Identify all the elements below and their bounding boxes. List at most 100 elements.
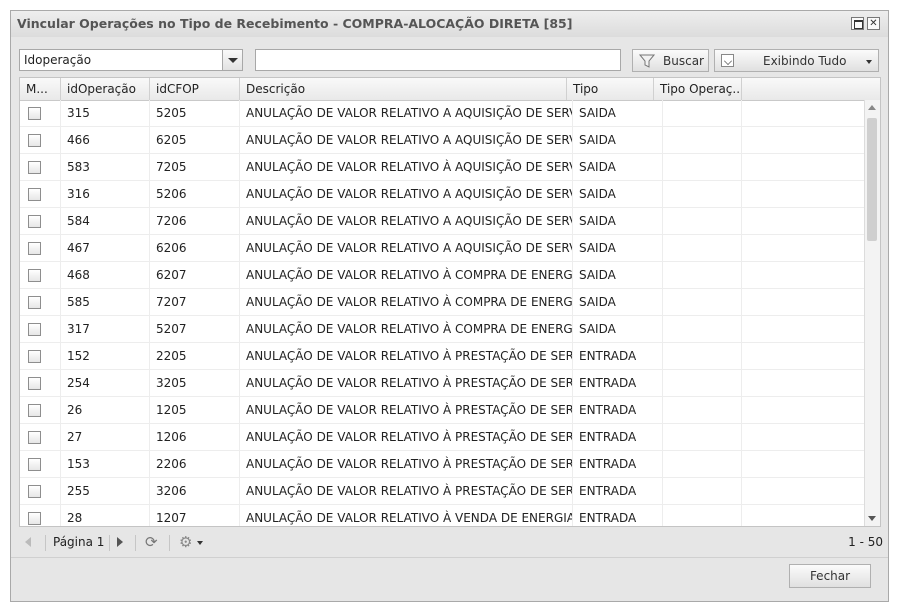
maximize-icon[interactable] [851,17,864,30]
row-checkbox[interactable] [28,485,41,498]
display-filter-label: Exibindo Tudo [763,54,847,68]
cell-desc: ANULAÇÃO DE VALOR RELATIVO À PRESTAÇÃO D… [240,370,573,396]
table-row[interactable]: 583 7205 ANULAÇÃO DE VALOR RELATIVO À AQUI… [20,154,870,181]
cell-cfop: 7206 [150,208,240,234]
table-row[interactable]: 254 3205 ANULAÇÃO DE VALOR RELATIVO À PRES… [20,370,870,397]
row-checkbox[interactable] [28,107,41,120]
cell-tipo-op [663,316,742,342]
cell-cfop: 1206 [150,424,240,450]
select-cell [20,343,61,369]
table-row[interactable]: 153 2206 ANULAÇÃO DE VALOR RELATIVO À PRES… [20,451,870,478]
row-checkbox[interactable] [28,161,41,174]
select-cell [20,316,61,342]
cell-desc: ANULAÇÃO DE VALOR RELATIVO A AQUISIÇÃO D… [240,235,573,261]
scroll-down-icon[interactable] [868,516,876,521]
cell-tipo: SAIDA [573,154,663,180]
column-header[interactable]: M... [20,78,61,100]
paging-toolbar: Página 1 ⟳ ⚙ 1 - 50 [19,529,883,557]
gear-icon[interactable]: ⚙ [179,533,192,551]
column-header[interactable]: idOperação [61,78,150,100]
cell-id: 27 [61,424,150,450]
cell-tipo: ENTRADA [573,343,663,369]
pager-divider [109,535,110,551]
next-page-icon[interactable] [117,537,123,547]
cell-tipo-op [663,451,742,477]
table-row[interactable]: 584 7206 ANULAÇÃO DE VALOR RELATIVO A AQUI… [20,208,870,235]
row-checkbox[interactable] [28,134,41,147]
cell-cfop: 5206 [150,181,240,207]
display-filter-button[interactable]: Exibindo Tudo [714,49,879,72]
row-checkbox[interactable] [28,377,41,390]
column-header[interactable]: Tipo Operaç... [654,78,742,100]
search-input[interactable] [255,49,621,71]
chevron-down-icon[interactable] [222,50,242,70]
cell-desc: ANULAÇÃO DE VALOR RELATIVO A AQUISIÇÃO D… [240,208,573,234]
field-select[interactable]: Idoperação [19,49,243,71]
select-cell [20,505,61,526]
filter-icon [639,54,655,68]
row-checkbox[interactable] [28,296,41,309]
table-row[interactable]: 585 7207 ANULAÇÃO DE VALOR RELATIVO À COMP… [20,289,870,316]
cell-tipo-op [663,289,742,315]
column-header[interactable]: Descrição [240,78,567,100]
table-row[interactable]: 466 6205 ANULAÇÃO DE VALOR RELATIVO A AQUI… [20,127,870,154]
table-row[interactable]: 255 3206 ANULAÇÃO DE VALOR RELATIVO À PRES… [20,478,870,505]
row-checkbox[interactable] [28,188,41,201]
row-checkbox[interactable] [28,512,41,525]
cell-cfop: 1205 [150,397,240,423]
cell-tipo-op [663,100,742,126]
cell-id: 152 [61,343,150,369]
cell-desc: ANULAÇÃO DE VALOR RELATIVO À AQUISIÇÃO D… [240,154,573,180]
refresh-icon[interactable]: ⟳ [145,533,158,551]
scroll-thumb[interactable] [867,118,877,241]
operations-grid: M... idOperação idCFOP Descrição Tipo Tipo Op… [19,77,881,527]
table-row[interactable]: 152 2205 ANULAÇÃO DE VALOR RELATIVO À PRES… [20,343,870,370]
cell-id: 254 [61,370,150,396]
search-button[interactable]: Buscar [632,49,709,72]
row-checkbox[interactable] [28,269,41,282]
cell-cfop: 7205 [150,154,240,180]
cell-desc: ANULAÇÃO DE VALOR RELATIVO A AQUISIÇÃO D… [240,100,573,126]
cell-desc: ANULAÇÃO DE VALOR RELATIVO À PRESTAÇÃO D… [240,397,573,423]
previous-page-icon[interactable] [25,537,31,547]
scroll-up-icon[interactable] [868,105,876,110]
cell-id: 584 [61,208,150,234]
table-row[interactable]: 26 1205 ANULAÇÃO DE VALOR RELATIVO À PREST… [20,397,870,424]
cell-tipo: SAIDA [573,235,663,261]
cell-tipo-op [663,505,742,526]
row-checkbox[interactable] [28,431,41,444]
select-cell [20,235,61,261]
cell-tipo-op [663,397,742,423]
row-checkbox[interactable] [28,323,41,336]
select-cell [20,370,61,396]
close-button[interactable]: Fechar [789,564,871,588]
row-checkbox[interactable] [28,242,41,255]
gear-dropdown-icon[interactable] [197,541,203,545]
table-row[interactable]: 315 5205 ANULAÇÃO DE VALOR RELATIVO A AQUI… [20,100,870,127]
cell-tipo: ENTRADA [573,478,663,504]
row-checkbox[interactable] [28,350,41,363]
cell-tipo-op [663,478,742,504]
dialog-title: Vincular Operações no Tipo de Recebiment… [17,16,573,31]
cell-tipo: ENTRADA [573,370,663,396]
title-bar[interactable]: Vincular Operações no Tipo de Recebiment… [11,11,888,37]
table-row[interactable]: 316 5206 ANULAÇÃO DE VALOR RELATIVO A AQUI… [20,181,870,208]
column-header[interactable]: Tipo [567,78,654,100]
table-row[interactable]: 468 6207 ANULAÇÃO DE VALOR RELATIVO À COMP… [20,262,870,289]
column-header[interactable]: idCFOP [150,78,240,100]
table-row[interactable]: 317 5207 ANULAÇÃO DE VALOR RELATIVO À COMP… [20,316,870,343]
vertical-scrollbar[interactable] [864,100,880,526]
row-checkbox[interactable] [28,458,41,471]
table-row[interactable]: 467 6206 ANULAÇÃO DE VALOR RELATIVO A AQUI… [20,235,870,262]
table-row[interactable]: 28 1207 ANULAÇÃO DE VALOR RELATIVO À VENDA… [20,505,870,526]
row-checkbox[interactable] [28,404,41,417]
close-icon[interactable]: ✕ [867,17,880,30]
cell-cfop: 6207 [150,262,240,288]
cell-tipo-op [663,208,742,234]
select-cell [20,262,61,288]
row-checkbox[interactable] [28,215,41,228]
cell-tipo-op [663,235,742,261]
table-row[interactable]: 27 1206 ANULAÇÃO DE VALOR RELATIVO À PREST… [20,424,870,451]
select-cell [20,127,61,153]
cell-desc: ANULAÇÃO DE VALOR RELATIVO À PRESTAÇÃO D… [240,343,573,369]
